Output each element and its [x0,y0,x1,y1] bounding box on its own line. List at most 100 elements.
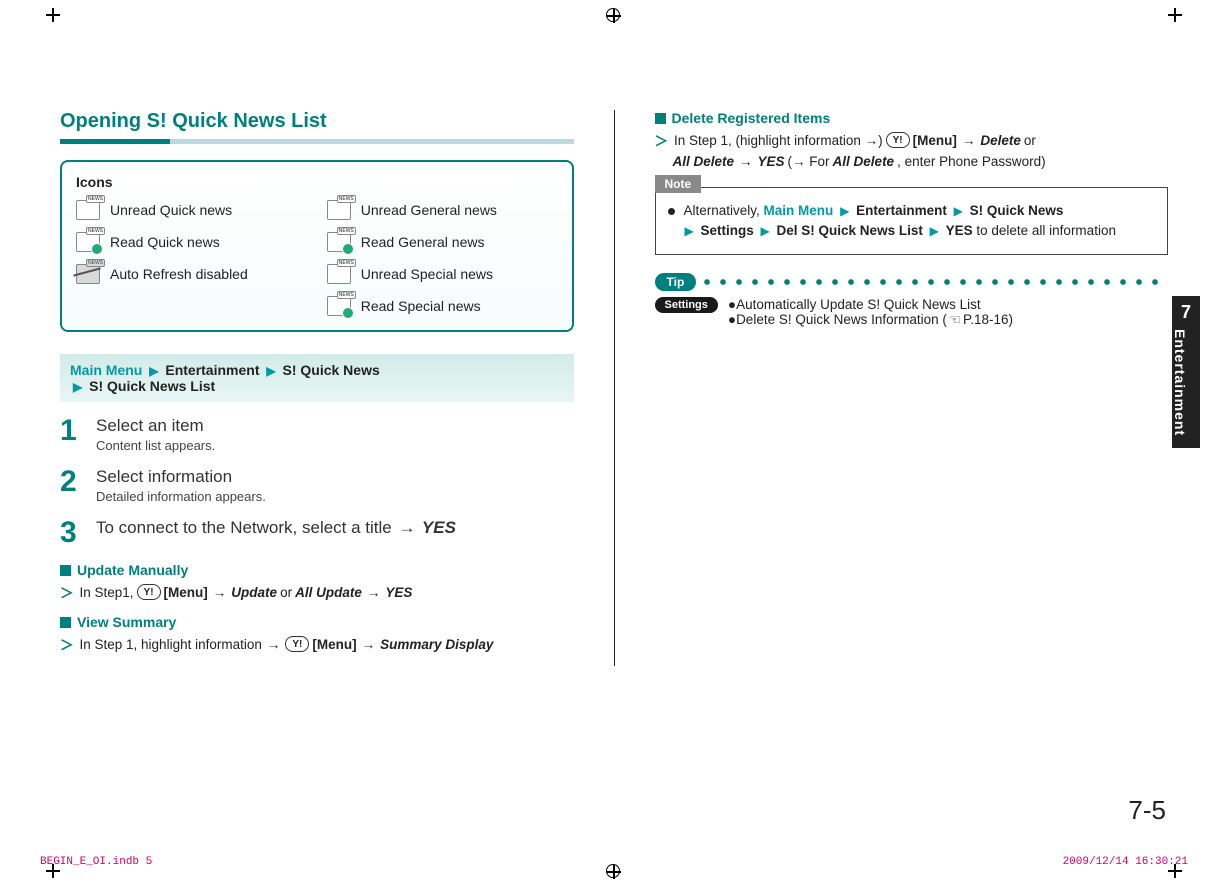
square-bullet-icon [60,565,71,576]
page: Opening S! Quick News List Icons Unread … [0,0,1228,886]
option: Delete [980,133,1021,148]
icons-box: Icons Unread Quick news Unread General n… [60,160,574,332]
option: Summary Display [380,637,493,652]
chevron-right-icon: ＞ [655,130,672,150]
menu-label: [Menu] [312,637,356,652]
step-2: Select information Detailed information … [60,467,574,504]
arrow-right-icon: → [396,518,417,537]
text: to delete all information [976,223,1116,238]
chapter-number: 7 [1172,302,1200,323]
delete-registered-line1: ＞ In Step 1, (highlight information →) Y… [655,130,1169,150]
settings-row: Settings ●Automatically Update S! Quick … [655,297,1169,328]
chapter-title: Entertainment [1172,329,1188,436]
nav-segment: Entertainment [856,203,947,218]
tip-row: Tip [655,273,1169,291]
section-title: Opening S! Quick News List [60,110,574,133]
nav-segment: S! Quick News [970,203,1064,218]
icon-unread-quick: Unread Quick news [76,200,307,220]
tip-pill: Tip [655,273,697,291]
icon-label: Auto Refresh disabled [110,266,248,282]
update-manually-line: ＞ In Step1, Y! [Menu] → Update or All Up… [60,582,574,602]
option: All Delete [673,154,735,169]
title-rule [60,139,574,144]
icon-read-general: Read General news [327,232,558,252]
chevron-right-icon: ▶ [263,364,278,378]
text: or [280,585,292,600]
step-main: Select an item [96,416,215,436]
nav-segment: Entertainment [165,362,259,378]
step-sub: Content list appears. [96,438,215,453]
arrow-right-icon: → [365,585,383,600]
sub-heading: View Summary [77,614,176,630]
text: ) [1009,312,1014,327]
arrow-right-icon: → [960,133,978,148]
news-unread-icon [327,264,351,284]
nav-path: Main Menu ▶ Entertainment ▶ S! Quick New… [60,354,574,402]
sub-heading: Delete Registered Items [672,110,831,126]
tip-item: ●Automatically Update S! Quick News List [728,297,1013,312]
softkey-icon: Y! [285,636,309,652]
footer-right: 2009/12/14 16:30:21 [1063,856,1188,868]
option-yes: YES [758,154,785,169]
step-yes: YES [417,518,455,537]
menu-label: [Menu] [913,133,957,148]
view-summary-line: ＞ In Step 1, highlight information → Y! … [60,634,574,654]
nav-segment: Settings [701,223,754,238]
text: In Step 1, (highlight information →) [674,133,883,148]
text: Automatically Update S! Quick News List [736,297,981,312]
icon-read-quick: Read Quick news [76,232,307,252]
nav-segment: S! Quick News List [89,378,215,394]
nav-segment: S! Quick News [283,362,380,378]
news-unread-icon [327,200,351,220]
footer-left: BEGIN_E_OI.indb 5 [40,856,152,868]
sub-heading: Update Manually [77,562,188,578]
option-yes: YES [385,585,412,600]
chevron-right-icon: ▶ [682,224,697,238]
nav-segment: Main Menu [764,203,834,218]
text: Alternatively, [684,203,764,218]
icon-unread-special: Unread Special news [327,264,558,284]
softkey-icon: Y! [886,132,910,148]
update-manually-heading: Update Manually [60,562,574,578]
text: In Step1, [80,585,134,600]
arrow-right-icon: → [737,154,755,169]
chevron-right-icon: ▶ [951,204,966,218]
nav-segment: Del S! Quick News List [777,223,923,238]
step-1: Select an item Content list appears. [60,416,574,453]
right-column: Delete Registered Items ＞ In Step 1, (hi… [655,110,1169,666]
view-summary-heading: View Summary [60,614,574,630]
note-box: Note Alternatively, Main Menu ▶ Entertai… [655,187,1169,255]
step-main: Select information [96,467,266,487]
chevron-right-icon: ＞ [60,582,77,602]
prepress-footer: BEGIN_E_OI.indb 5 2009/12/14 16:30:21 [0,856,1228,868]
delete-registered-heading: Delete Registered Items [655,110,1169,126]
square-bullet-icon [60,617,71,628]
icon-auto-refresh-disabled: Auto Refresh disabled [76,264,307,284]
softkey-icon: Y! [137,584,161,600]
nav-segment: YES [946,223,973,238]
arrow-right-icon: → [360,637,378,652]
chevron-right-icon: ▶ [837,204,852,218]
left-column: Opening S! Quick News List Icons Unread … [60,110,574,666]
column-divider [614,110,615,666]
option: All Update [295,585,362,600]
option: All Delete [833,154,895,169]
text: or [1024,133,1036,148]
step-sub: Detailed information appears. [96,489,266,504]
nav-segment: Main Menu [70,362,142,378]
step-text: To connect to the Network, select a titl… [96,518,396,537]
text: In Step 1, highlight information [80,637,262,652]
note-tab: Note [655,175,702,193]
text: (→ For [788,154,830,169]
icon-label: Read General news [361,234,485,250]
icon-label: Unread Special news [361,266,493,282]
icon-label: Unread General news [361,202,497,218]
page-ref: P.18-16 [963,312,1009,327]
icon-read-special: Read Special news [327,296,558,316]
step-3: To connect to the Network, select a titl… [60,518,574,548]
steps-list: Select an item Content list appears. Sel… [60,416,574,548]
square-bullet-icon [655,113,666,124]
news-read-icon [327,232,351,252]
option: Update [231,585,277,600]
icon-label: Read Special news [361,298,481,314]
